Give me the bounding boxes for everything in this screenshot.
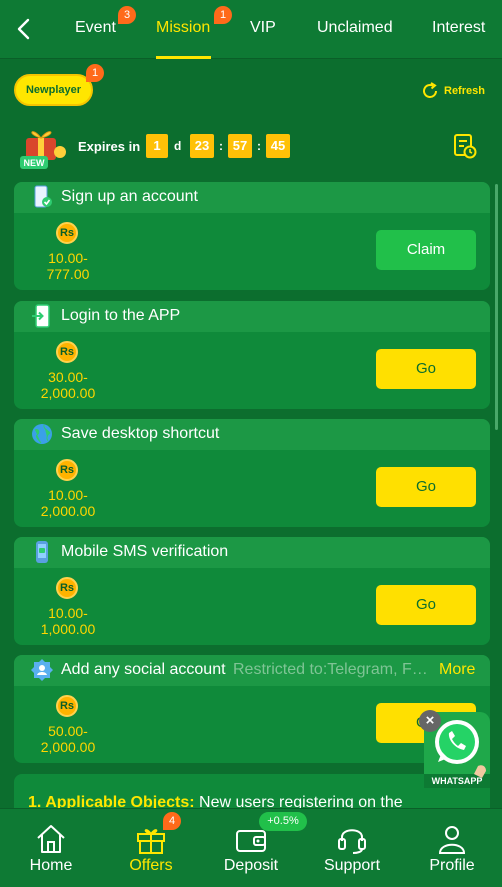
globe-icon <box>32 424 52 444</box>
back-arrow-icon[interactable] <box>12 16 36 42</box>
mission-reward: 10.00-1,000.00 <box>40 605 96 637</box>
nav-label: Deposit <box>223 857 279 874</box>
nav-home[interactable]: Home <box>1 809 101 887</box>
expires-row: NEW Expires in 1 d 23 : 57 : 45 <box>0 120 502 172</box>
countdown-minutes: 57 <box>228 134 252 158</box>
refresh-label: Refresh <box>444 85 485 97</box>
close-icon[interactable]: × <box>419 710 441 732</box>
go-button[interactable]: Go <box>376 467 476 507</box>
tab-event-badge: 3 <box>118 6 136 24</box>
whatsapp-label: WHATSAPP <box>432 776 483 786</box>
tab-interest[interactable]: Interest <box>432 19 485 37</box>
mission-reward: 30.00-2,000.00 <box>40 369 96 401</box>
refresh-icon <box>423 82 437 98</box>
nav-label: Offers <box>129 857 173 874</box>
mission-card-login: Login to the APP Rs 30.00-2,000.00 Go <box>14 301 490 409</box>
go-button[interactable]: Go <box>376 349 476 389</box>
mission-reward: 10.00-777.00 <box>46 250 90 282</box>
social-icon <box>31 659 53 681</box>
go-button[interactable]: Go <box>376 585 476 625</box>
user-icon <box>438 826 466 854</box>
sms-phone-icon <box>36 541 48 563</box>
nav-label: Support <box>323 857 381 874</box>
mission-title: Save desktop shortcut <box>61 425 220 442</box>
mission-card-social: Add any social account Restricted to:Tel… <box>14 655 490 763</box>
headset-icon <box>338 829 366 854</box>
nav-offers[interactable]: Offers <box>101 809 201 887</box>
nav-support[interactable]: Support <box>302 809 402 887</box>
gift-new-label: NEW <box>24 158 46 168</box>
refresh-button[interactable]: Refresh <box>420 80 485 102</box>
mission-reward: 50.00-2,000.00 <box>40 723 96 755</box>
rupee-coin-icon: Rs <box>56 341 78 363</box>
mission-title: Login to the APP <box>61 307 181 324</box>
bottom-nav: Home Offers Deposit Support Profile <box>0 808 502 887</box>
nav-profile[interactable]: Profile <box>402 809 502 887</box>
claim-button[interactable]: Claim <box>376 230 476 270</box>
mission-reward: 10.00-2,000.00 <box>40 487 96 519</box>
countdown-seconds: 45 <box>266 134 290 158</box>
gift-icon: NEW <box>20 131 66 169</box>
mission-title: Add any social account <box>61 661 226 678</box>
countdown-day-unit: d <box>174 139 182 153</box>
tab-mission[interactable]: Mission <box>156 19 210 37</box>
countdown-sep: : <box>219 139 223 153</box>
more-link[interactable]: More <box>439 661 475 679</box>
rupee-coin-icon: Rs <box>56 577 78 599</box>
mission-card-shortcut: Save desktop shortcut Rs 10.00-2,000.00 … <box>14 419 490 527</box>
restricted-text: Restricted to:Telegram, F… <box>233 661 428 678</box>
countdown-sep: : <box>257 139 261 153</box>
phone-check-icon <box>34 185 52 208</box>
offers-badge: 4 <box>163 812 181 830</box>
expires-label: Expires in <box>78 139 141 154</box>
top-tab-bar: Event 3 Mission 1 VIP Unclaimed Interest <box>0 0 502 59</box>
scrollbar[interactable] <box>495 184 498 430</box>
tab-mission-badge: 1 <box>214 6 232 24</box>
tab-unclaimed[interactable]: Unclaimed <box>317 19 393 37</box>
countdown-hours: 23 <box>190 134 214 158</box>
nav-label: Profile <box>429 857 475 874</box>
rupee-coin-icon: Rs <box>56 222 78 244</box>
rupee-coin-icon: Rs <box>56 459 78 481</box>
login-phone-icon <box>32 304 50 328</box>
record-history-icon[interactable] <box>452 132 478 160</box>
active-tab-indicator <box>156 56 211 59</box>
deposit-bonus-pill: +0.5% <box>259 812 307 831</box>
tab-event[interactable]: Event <box>75 19 116 37</box>
tab-vip[interactable]: VIP <box>250 19 276 37</box>
nav-label: Home <box>29 857 73 874</box>
mission-title: Mobile SMS verification <box>61 543 229 560</box>
home-icon <box>37 825 65 853</box>
mission-card-signup: Sign up an account Rs 10.00-777.00 Claim <box>14 182 490 290</box>
rupee-coin-icon: Rs <box>56 695 78 717</box>
mission-title: Sign up an account <box>61 188 198 205</box>
newplayer-button[interactable]: Newplayer <box>14 74 93 106</box>
countdown-days: 1 <box>146 134 168 158</box>
newplayer-badge: 1 <box>86 64 104 82</box>
mission-card-sms: Mobile SMS verification Rs 10.00-1,000.0… <box>14 537 490 645</box>
